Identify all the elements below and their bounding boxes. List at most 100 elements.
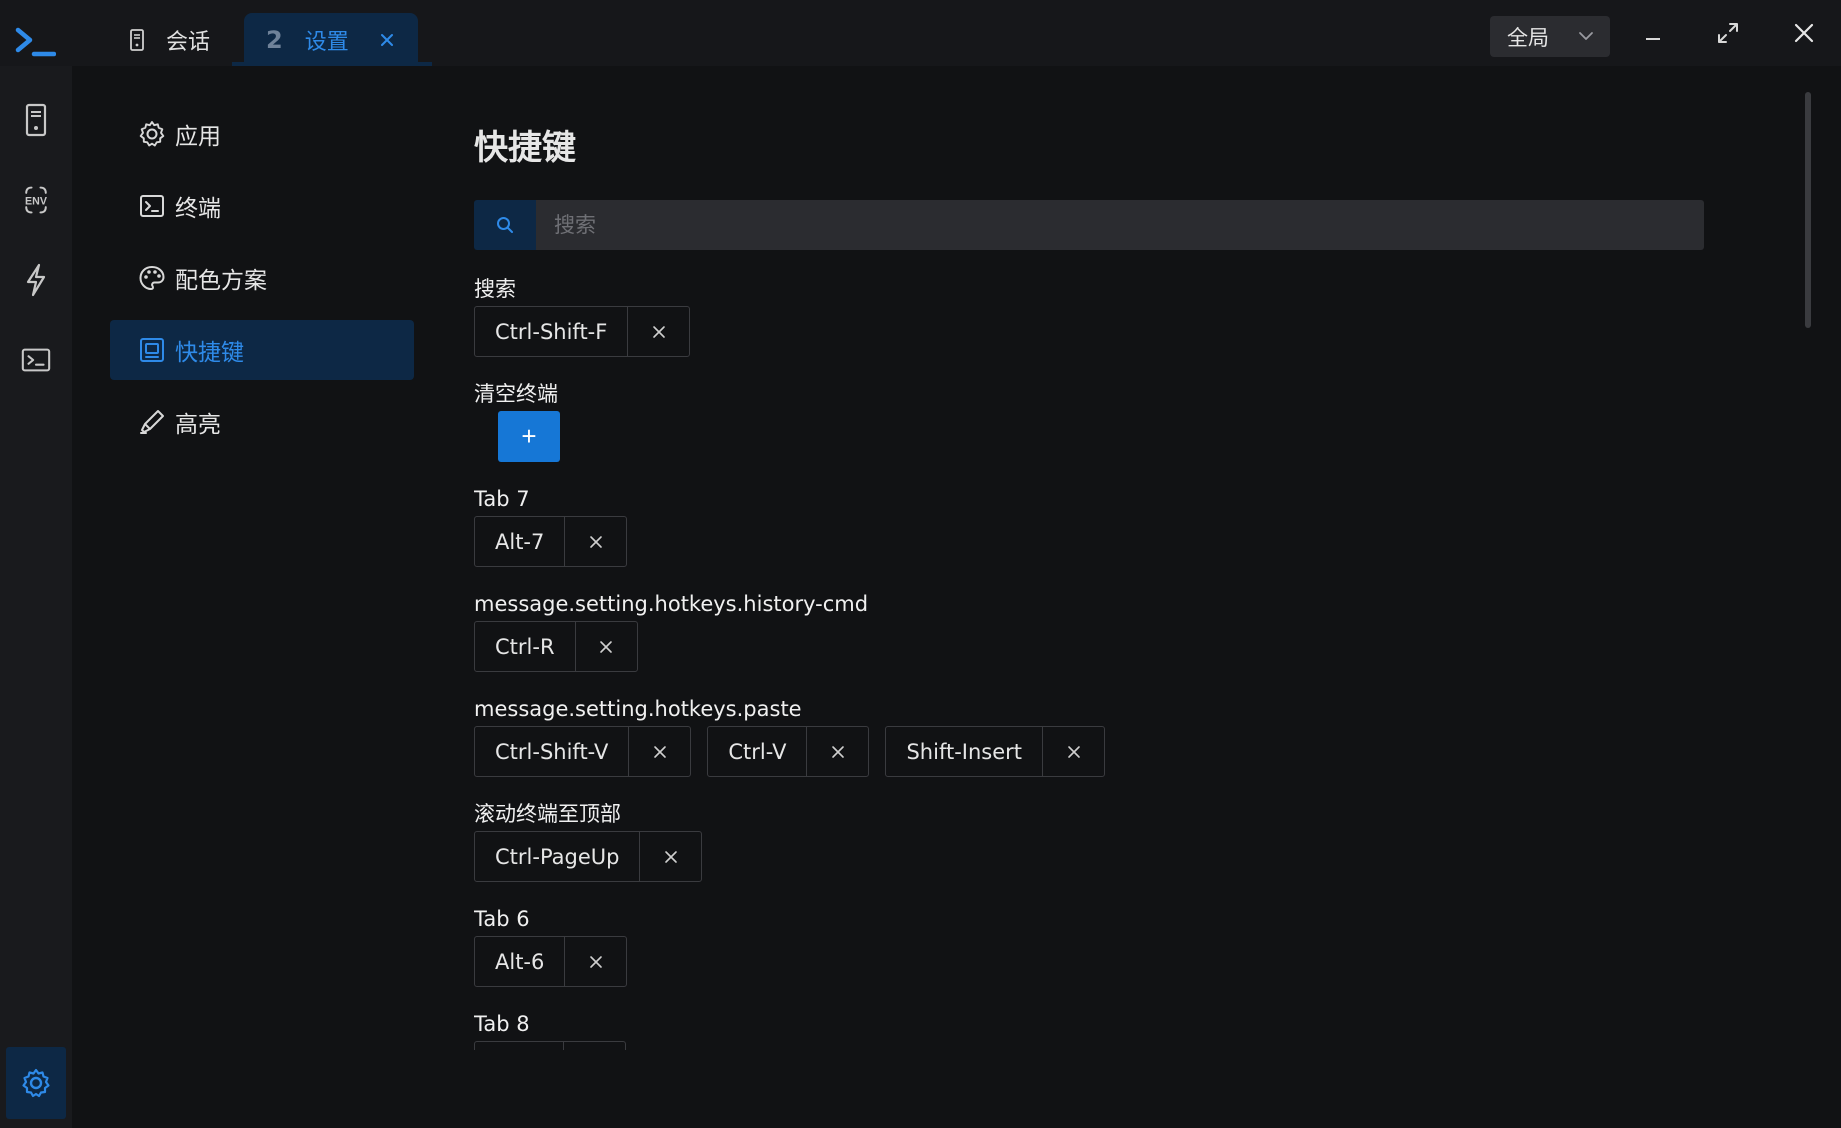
- hotkey-chip: Ctrl-Shift-F: [474, 306, 691, 357]
- remove-hotkey-button[interactable]: [574, 622, 637, 671]
- close-icon: [590, 535, 602, 548]
- close-icon: [1067, 745, 1080, 758]
- nav-item-color-scheme[interactable]: 配色方案: [110, 248, 414, 308]
- hotkey-key[interactable]: Alt-6: [475, 937, 564, 986]
- close-icon[interactable]: [1791, 20, 1817, 46]
- keyboard-icon: [140, 338, 164, 362]
- hotkey-row: Tab 7 Alt-7: [474, 484, 1704, 589]
- rail-item-quick-commands[interactable]: [0, 250, 72, 310]
- hotkey-key[interactable]: Alt-7: [475, 517, 564, 566]
- hotkey-keys: Ctrl-PageUp: [474, 831, 1704, 882]
- rail-item-sessions[interactable]: [0, 90, 72, 150]
- hotkey-key[interactable]: Ctrl-R: [475, 622, 575, 671]
- hotkey-row: Tab 8: [474, 1009, 1704, 1050]
- hotkey-chip: Ctrl-Shift-V: [474, 726, 692, 777]
- highlighter-icon: [140, 410, 164, 434]
- title-bar: 会话 2 设置 全局: [0, 0, 1841, 66]
- rail-item-settings[interactable]: [6, 1047, 66, 1119]
- palette-icon: [139, 266, 165, 290]
- activity-rail: ENV: [0, 66, 72, 1128]
- close-icon: [590, 955, 602, 968]
- hotkey-label: Tab 6: [474, 907, 530, 931]
- scope-select[interactable]: 全局: [1490, 16, 1610, 57]
- hotkey-key[interactable]: Shift-Insert: [886, 727, 1042, 776]
- hotkey-chip: Alt-6: [474, 936, 628, 987]
- env-icon: ENV: [25, 186, 48, 214]
- nav-label: 高亮: [175, 412, 221, 438]
- add-hotkey-button[interactable]: +: [498, 411, 560, 462]
- hotkeys-panel: 快捷键 搜索 Ctrl-Shift-F 清空终端: [474, 120, 1704, 1050]
- hotkey-label: message.setting.hotkeys.history-cmd: [474, 592, 869, 616]
- hotkey-chip: [474, 1041, 626, 1050]
- remove-hotkey-button[interactable]: [563, 1042, 625, 1050]
- nav-item-terminal[interactable]: 终端: [110, 176, 414, 236]
- page-title: 快捷键: [474, 128, 576, 168]
- close-icon: [832, 745, 844, 758]
- hotkey-keys: [474, 1041, 1704, 1050]
- hotkey-row: 搜索 Ctrl-Shift-F: [474, 274, 1704, 379]
- rail-item-env[interactable]: ENV: [0, 170, 72, 230]
- hotkey-chip: Ctrl-PageUp: [474, 831, 703, 882]
- nav-label: 配色方案: [175, 268, 267, 294]
- server-icon: [25, 103, 47, 137]
- hotkey-key[interactable]: Ctrl-V: [708, 727, 806, 776]
- gear-icon: [22, 1068, 50, 1098]
- rail-item-terminal[interactable]: [0, 330, 72, 390]
- close-icon: [654, 745, 666, 758]
- close-icon: [665, 850, 677, 863]
- terminal-icon: [21, 348, 51, 372]
- hotkey-key[interactable]: Ctrl-Shift-F: [475, 307, 627, 356]
- hotkey-label: Tab 8: [474, 1012, 530, 1036]
- hotkey-label: message.setting.hotkeys.paste: [474, 697, 802, 721]
- hotkey-keys: Alt-7: [474, 516, 1704, 567]
- hotkey-label: 搜索: [474, 277, 516, 301]
- remove-hotkey-button[interactable]: [627, 307, 689, 356]
- hotkey-row: Tab 6 Alt-6: [474, 904, 1704, 1009]
- nav-item-app[interactable]: 应用: [110, 104, 414, 164]
- hotkey-label: 滚动终端至顶部: [474, 802, 621, 826]
- remove-hotkey-button[interactable]: [639, 832, 701, 881]
- hotkey-key[interactable]: [475, 1042, 563, 1050]
- tab-index: 2: [266, 25, 283, 54]
- hotkey-key[interactable]: Ctrl-Shift-V: [475, 727, 628, 776]
- remove-hotkey-button[interactable]: [806, 727, 868, 776]
- hotkey-keys: Ctrl-R: [474, 621, 1704, 672]
- app-logo-icon: [15, 27, 56, 57]
- remove-hotkey-button[interactable]: [564, 517, 626, 566]
- search-input[interactable]: [536, 200, 1704, 250]
- close-icon: [600, 640, 612, 653]
- hotkey-row: message.setting.hotkeys.paste Ctrl-Shift…: [474, 694, 1704, 799]
- tab-label: 会话: [166, 29, 211, 55]
- hotkey-keys: Alt-6: [474, 936, 1704, 987]
- hotkey-label: Tab 7: [474, 487, 530, 511]
- close-icon[interactable]: [379, 32, 395, 48]
- search-button[interactable]: [474, 200, 536, 250]
- nav-label: 终端: [175, 196, 221, 222]
- tab-sessions[interactable]: 会话: [128, 13, 246, 66]
- server-icon: [130, 28, 144, 51]
- maximize-icon[interactable]: [1715, 20, 1741, 46]
- lightning-icon: [26, 263, 46, 297]
- hotkey-list: 搜索 Ctrl-Shift-F 清空终端 + Tab 7 Alt-7 messa…: [474, 274, 1704, 1050]
- nav-item-hotkeys[interactable]: 快捷键: [110, 320, 414, 380]
- remove-hotkey-button[interactable]: [628, 727, 690, 776]
- remove-hotkey-button[interactable]: [1042, 727, 1104, 776]
- hotkey-key[interactable]: Ctrl-PageUp: [475, 832, 639, 881]
- search-box: [474, 200, 1704, 250]
- hotkey-chip: Ctrl-V: [707, 726, 870, 777]
- nav-label: 快捷键: [175, 340, 244, 366]
- nav-item-highlight[interactable]: 高亮: [110, 392, 414, 452]
- minimize-icon[interactable]: [1640, 20, 1666, 46]
- chevron-down-icon: [1579, 32, 1593, 40]
- gear-icon: [139, 121, 165, 147]
- terminal-icon: [140, 195, 164, 217]
- hotkey-row: 清空终端 +: [474, 379, 1704, 484]
- hotkey-keys: +: [474, 411, 1704, 462]
- svg-text:ENV: ENV: [25, 195, 48, 207]
- hotkey-label: 清空终端: [474, 382, 558, 406]
- remove-hotkey-button[interactable]: [564, 937, 626, 986]
- tab-settings[interactable]: 2 设置: [232, 13, 432, 66]
- hotkey-chip: Shift-Insert: [885, 726, 1106, 777]
- hotkey-chip: Ctrl-R: [474, 621, 638, 672]
- scrollbar-thumb[interactable]: [1805, 92, 1811, 328]
